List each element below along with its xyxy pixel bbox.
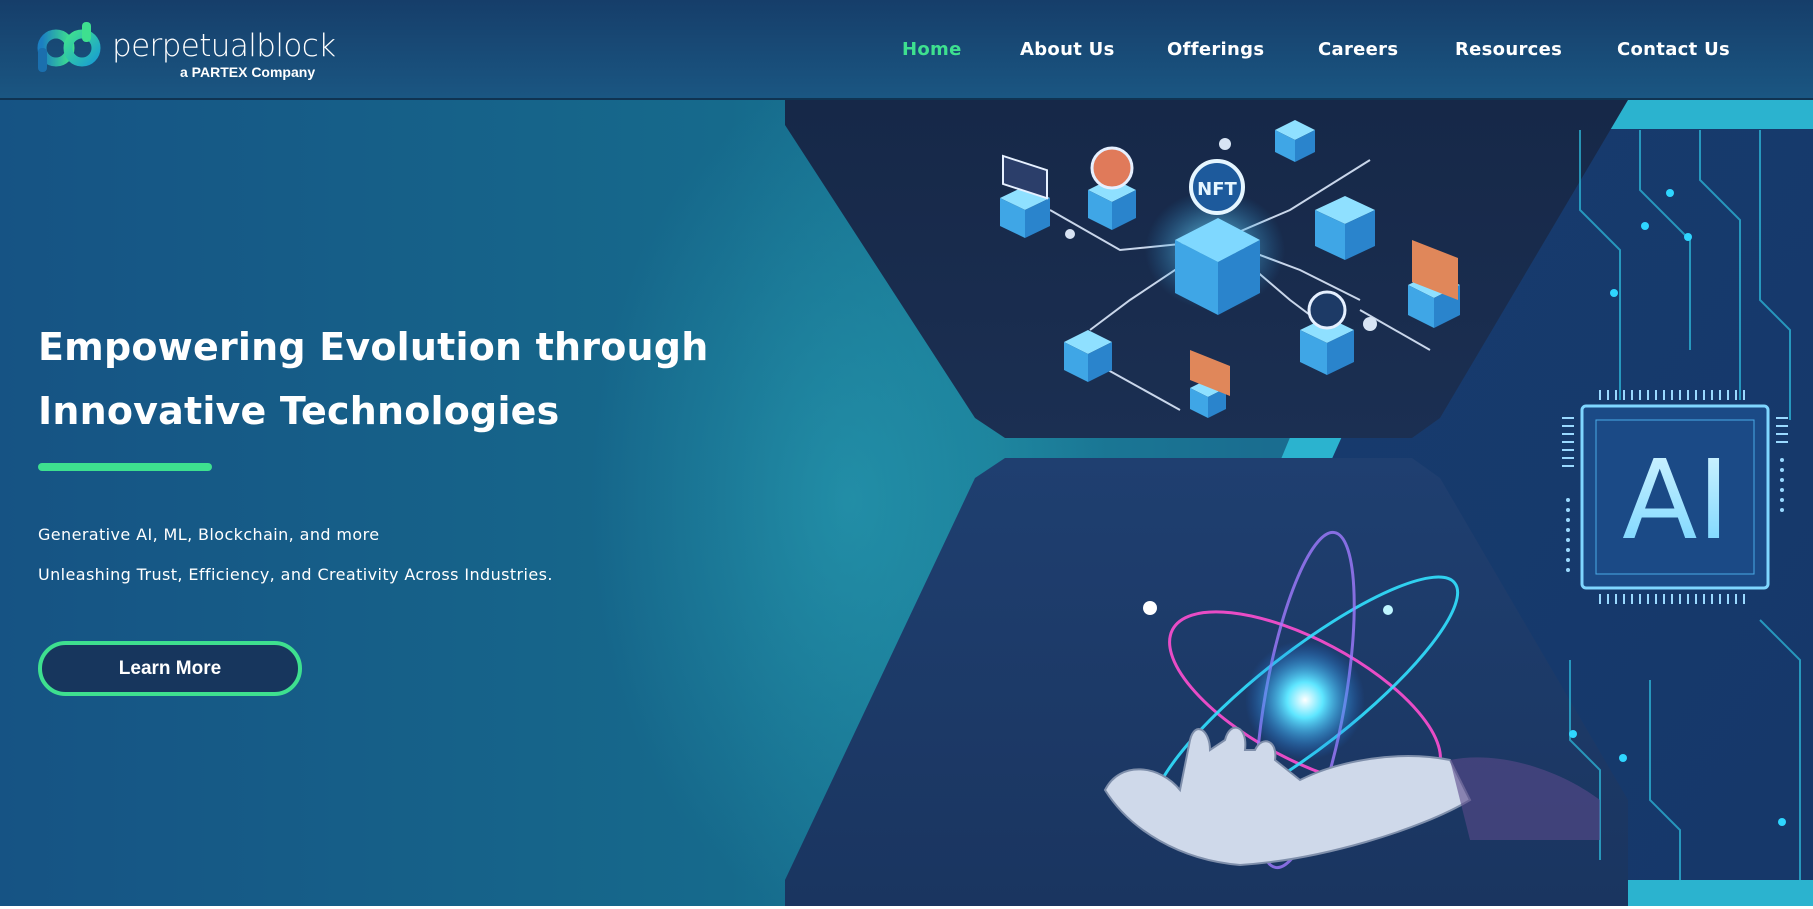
nav-resources[interactable]: Resources (1455, 39, 1562, 60)
hero-illustration: AI NFT (590, 100, 1813, 906)
ai-chip-illustration: AI (1562, 390, 1788, 604)
top-navbar: perpetualblock a PARTEX Company Home Abo… (0, 0, 1813, 100)
hero-title-line1: Empowering Evolution through (38, 325, 709, 369)
learn-more-button[interactable]: Learn More (38, 641, 302, 696)
nav-careers[interactable]: Careers (1318, 39, 1398, 60)
hero-title-line2: Innovative Technologies (38, 389, 560, 433)
main-nav: Home About Us Offerings Careers Resource… (0, 39, 1813, 63)
hero-title: Empowering Evolution through Innovative … (38, 315, 758, 443)
nav-home[interactable]: Home (902, 39, 962, 60)
nav-about-us[interactable]: About Us (1020, 39, 1115, 60)
ai-chip-label: AI (1622, 436, 1730, 564)
title-underline-accent (38, 463, 212, 471)
nav-contact-us[interactable]: Contact Us (1617, 39, 1730, 60)
hero-subtitle-2: Unleashing Trust, Efficiency, and Creati… (38, 565, 553, 584)
hero-subtitle-1: Generative AI, ML, Blockchain, and more (38, 525, 380, 544)
brand-tagline: a PARTEX Company (180, 64, 316, 80)
nft-badge-label: NFT (1197, 179, 1237, 200)
hero-section: AI NFT Empowering Evolution through Inno… (0, 100, 1813, 906)
nav-offerings[interactable]: Offerings (1167, 39, 1264, 60)
